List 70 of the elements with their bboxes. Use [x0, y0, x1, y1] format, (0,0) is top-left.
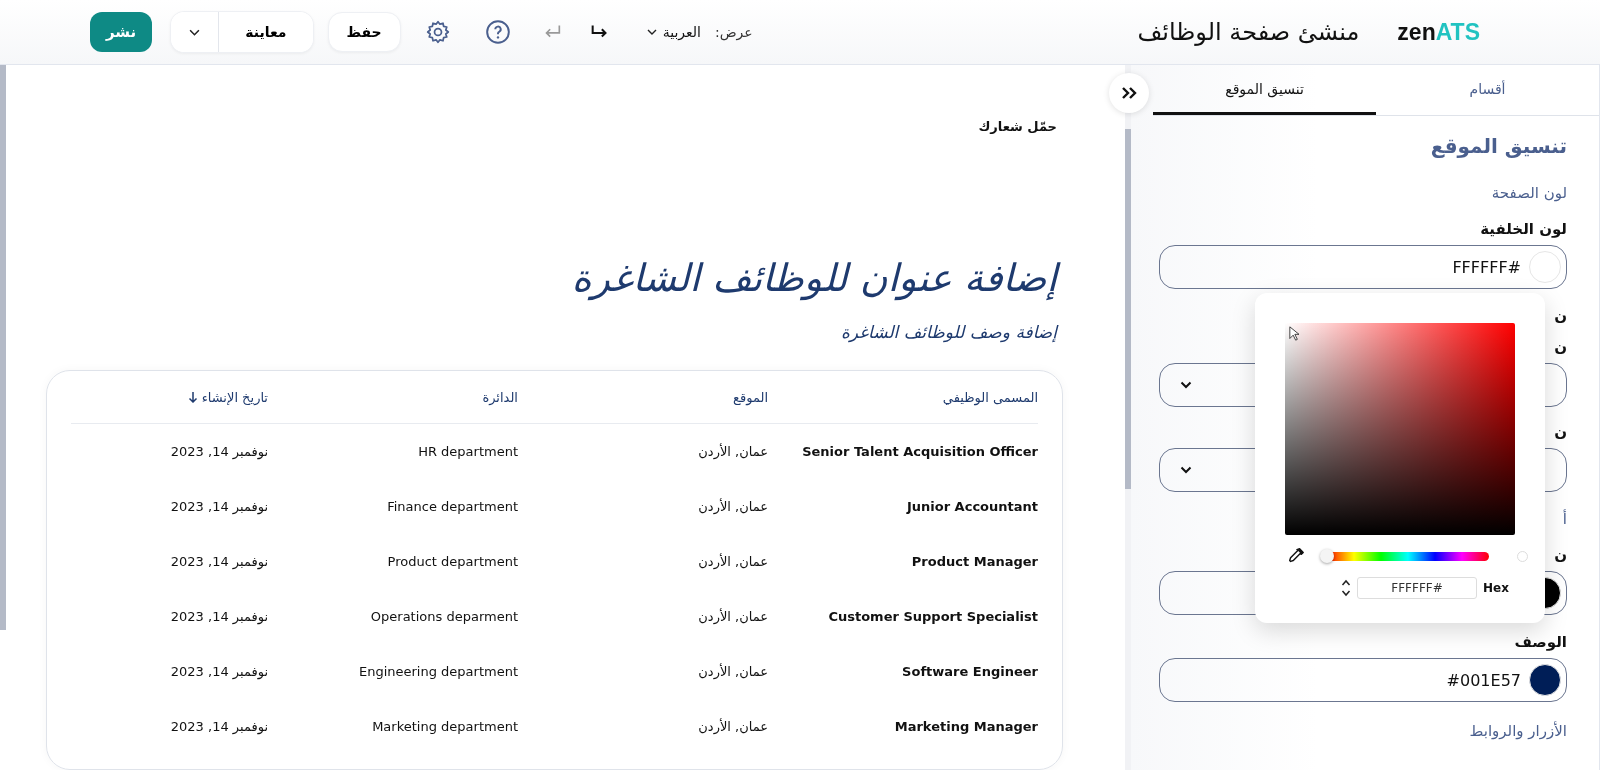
table-cell-text: Customer Support Specialist [827, 609, 1038, 624]
table-cell-text: عمان, الأردن [697, 444, 768, 459]
eyedropper-icon[interactable] [1287, 547, 1305, 565]
preview-button[interactable]: معاينة [218, 12, 313, 52]
table-cell-text: Software Engineer [901, 664, 1038, 679]
table-cell-text: عمان, الأردن [697, 554, 768, 569]
saturation-area[interactable] [1285, 323, 1515, 535]
double-chevron-icon [1121, 86, 1137, 100]
column-header[interactable]: تاريخ الإنشاء [71, 389, 268, 405]
table-cell-text: Senior Talent Acquisition Officer [801, 444, 1038, 459]
table-cell-text: Product Manager [910, 554, 1038, 569]
color-swatch[interactable] [1529, 664, 1561, 696]
chevron-down-icon [1180, 466, 1192, 474]
column-header[interactable]: الموقع [518, 389, 768, 405]
collapse-button[interactable] [1109, 73, 1149, 113]
table-cell-text: عمان, الأردن [697, 664, 768, 679]
tab[interactable]: أقسام [1376, 65, 1599, 115]
table-cell-text: نوفمبر 14, 2023 [169, 554, 268, 569]
caret-icon [189, 28, 201, 36]
table-cell-text: Marketing Manager [893, 719, 1038, 734]
group-heading: الأزرار والروابط [1469, 722, 1567, 740]
table-cell-text: Engineering department [357, 664, 518, 679]
up-down-arrows-icon[interactable] [1341, 579, 1351, 597]
table-cell-text: Operations deparment [369, 609, 518, 624]
table-cell-text: Junior Accountant [905, 499, 1038, 514]
logo-upload-link[interactable]: حمّل شعارك [46, 119, 1057, 134]
app-title: منشئ صفحة الوظائف [1137, 18, 1360, 46]
help-icon[interactable] [484, 19, 511, 45]
table-cell-text: نوفمبر 14, 2023 [169, 499, 268, 514]
logo: zenATS [1397, 18, 1480, 46]
field-label: ن [1554, 307, 1567, 325]
color-swatch[interactable] [1529, 251, 1561, 283]
color-value: FFFFFF# [1452, 257, 1521, 277]
field-label: لون الخلفية [1480, 220, 1567, 238]
table-cell-text: عمان, الأردن [697, 499, 768, 514]
group-heading: لون الصفحة [1491, 184, 1567, 202]
table-cell-text: HR department [417, 444, 518, 459]
color-field[interactable]: #001E57 [1159, 658, 1567, 702]
column-header[interactable]: المسمى الوظيفي [768, 389, 1038, 405]
publish-button[interactable]: نشر [90, 12, 153, 52]
tab[interactable]: تنسيق الموقع [1153, 65, 1376, 115]
table-cell-text: عمان, الأردن [697, 609, 768, 624]
save-button[interactable]: حفظ [327, 12, 401, 52]
table-cell-text: نوفمبر 14, 2023 [169, 609, 268, 624]
hex-input[interactable]: FFFFFF# [1357, 577, 1477, 599]
settings-icon[interactable] [424, 19, 451, 45]
color-field[interactable]: FFFFFF# [1159, 245, 1567, 289]
table-cell-text: نوفمبر 14, 2023 [169, 664, 268, 679]
format-label: Hex [1483, 581, 1509, 595]
mouse-pointer-icon [1289, 326, 1299, 341]
section-heading: تنسيق الموقع [1430, 134, 1567, 158]
page-description: إضافة وصف للوظائف الشاغرة [839, 322, 1057, 342]
group-heading: أ [1562, 510, 1567, 528]
table-cell-text: Product department [386, 554, 518, 569]
table-cell-text: Marketing department [371, 719, 518, 734]
view-label: عرض: [714, 24, 753, 40]
column-header[interactable]: الدائرة [268, 389, 518, 405]
chevron-down-icon [1180, 381, 1192, 389]
table-cell-text: عمان, الأردن [697, 719, 768, 734]
field-label: ن [1554, 546, 1567, 564]
field-label: ن [1554, 423, 1567, 441]
scrollbar-thumb[interactable] [1125, 129, 1131, 489]
language-dropdown[interactable]: العربية [646, 24, 701, 40]
table-cell-text: نوفمبر 14, 2023 [169, 719, 268, 734]
field-label: ن [1554, 338, 1567, 356]
color-value: #001E57 [1446, 670, 1521, 690]
chevron-down-icon [646, 29, 657, 35]
table-cell-text: نوفمبر 14, 2023 [169, 444, 268, 459]
table-cell-text: Finance department [386, 499, 518, 514]
field-label: الوصف [1514, 633, 1567, 651]
